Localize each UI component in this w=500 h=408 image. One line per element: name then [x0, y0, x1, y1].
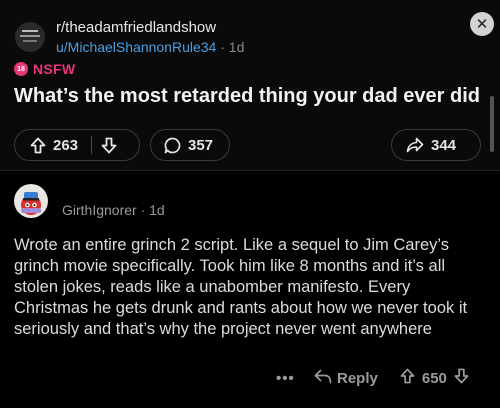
comment-vote-count: 650	[421, 369, 447, 387]
avatar[interactable]	[14, 184, 48, 218]
nsfw-tag: 18 NSFW	[14, 61, 75, 77]
reply-button[interactable]: Reply	[314, 369, 378, 388]
reply-label: Reply	[337, 369, 378, 387]
comments-button[interactable]: 357	[150, 129, 230, 161]
close-button[interactable]: ✕	[470, 12, 494, 36]
share-button[interactable]: 344	[391, 129, 481, 161]
more-options-button[interactable]: •••	[276, 370, 294, 387]
share-arrow-icon	[406, 137, 424, 153]
post-upvote-count: 263	[53, 136, 79, 154]
post-header: r/theadamfriedlandshow u/MichaelShannonR…	[0, 0, 500, 170]
comment-author[interactable]: GirthIgnorer	[62, 202, 137, 218]
comment-time: · 1d	[136, 202, 165, 218]
reply-arrow-icon	[314, 369, 332, 388]
post-title: What’s the most retarded thing your dad …	[14, 85, 480, 107]
post-vote-pill: 263	[14, 129, 140, 161]
speech-bubble-icon	[164, 137, 181, 154]
arrow-down-icon[interactable]	[101, 137, 117, 154]
comment: GirthIgnorer · 1d Wrote an entire grinch…	[0, 171, 500, 408]
nsfw-icon: 18	[14, 62, 28, 76]
comment-actions: ••• Reply 650	[276, 368, 469, 388]
comment-count: 357	[188, 136, 214, 154]
arrow-down-icon[interactable]	[454, 368, 469, 388]
share-count: 344	[431, 136, 457, 154]
nsfw-label: NSFW	[33, 61, 76, 77]
comment-body: Wrote an entire grinch 2 script. Like a …	[14, 236, 468, 338]
comment-vote: 650	[400, 368, 469, 388]
comment-author-line: GirthIgnorer · 1d	[62, 202, 165, 218]
vote-divider	[91, 136, 93, 154]
arrow-up-icon[interactable]	[400, 368, 415, 388]
arrow-up-icon[interactable]	[30, 137, 46, 154]
post-author-line: u/MichaelShannonRule34 · 1d	[56, 39, 244, 55]
post-author[interactable]: u/MichaelShannonRule34	[56, 39, 216, 55]
scrollbar[interactable]	[490, 96, 494, 152]
close-icon: ✕	[475, 16, 489, 33]
subreddit-name[interactable]: r/theadamfriedlandshow	[56, 19, 216, 36]
subreddit-avatar[interactable]	[15, 22, 45, 52]
post-time: · 1d	[216, 39, 245, 55]
